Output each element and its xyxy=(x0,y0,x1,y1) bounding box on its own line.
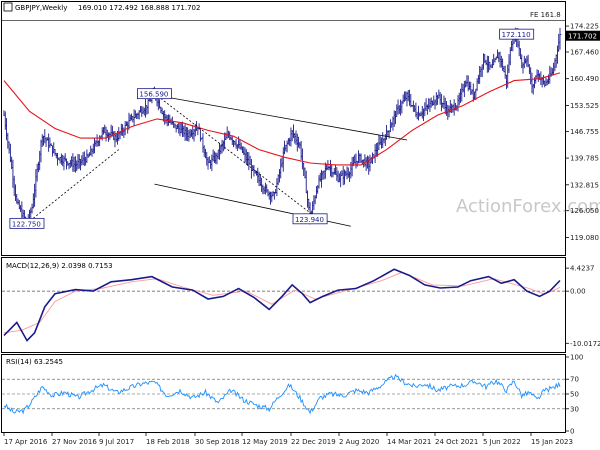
x-tick-label: 22 Dec 2019 xyxy=(291,438,336,446)
rsi-tick-label: 50 xyxy=(570,391,579,399)
rsi-tick-label: 0 xyxy=(570,428,574,436)
x-tick-label: 17 Apr 2016 xyxy=(4,438,48,446)
price-annotation-label: 156.590 xyxy=(139,91,168,99)
fe-level-label: FE 161.8 xyxy=(530,11,561,19)
x-tick-label: 9 Jul 2017 xyxy=(99,438,134,446)
macd-axis: 4.4237 0.00 -10.0172 xyxy=(565,265,600,348)
price-annotation-label: 172.110 xyxy=(502,31,531,39)
x-tick-label: 12 May 2019 xyxy=(242,438,288,446)
x-tick-label: 30 Sep 2018 xyxy=(195,438,239,446)
chart-canvas: ActionForex.com GBPJPY,Weekly 169.010 17… xyxy=(1,1,600,446)
symbol-label: GBPJPY,Weekly xyxy=(15,4,67,12)
x-tick-label: 5 Jun 2022 xyxy=(483,438,521,446)
price-panel-frame xyxy=(1,1,566,256)
rsi-axis: 100 70 50 30 0 xyxy=(565,354,583,436)
price-tick-label: 146.755 xyxy=(570,128,599,136)
price-tick-label: 153.525 xyxy=(570,102,599,110)
price-tick-label: 139.785 xyxy=(570,155,599,163)
price-annotation-label: 122.750 xyxy=(12,220,41,228)
macd-tick-label: 0.00 xyxy=(570,288,586,296)
x-tick-label: 14 Mar 2021 xyxy=(387,438,431,446)
rsi-tick-label: 100 xyxy=(570,354,583,362)
ohlc-label: 169.010 172.492 168.888 171.702 xyxy=(78,4,200,12)
price-header: GBPJPY,Weekly 169.010 172.492 168.888 17… xyxy=(3,2,200,12)
price-tick-label: 174.225 xyxy=(570,23,599,31)
price-tick-label: 167.460 xyxy=(570,48,599,56)
current-price-label: 171.702 xyxy=(568,33,597,41)
rsi-tick-label: 70 xyxy=(570,376,579,384)
price-tick-label: 160.490 xyxy=(570,75,599,83)
macd-tick-label: -10.0172 xyxy=(570,340,600,348)
price-annotation-label: 123.940 xyxy=(295,216,324,224)
price-axis: 174.225 167.460 160.490 153.525 146.755 139.7… xyxy=(565,23,600,242)
price-tick-label: 132.815 xyxy=(570,181,599,189)
macd-panel-frame xyxy=(1,257,566,353)
x-tick-label: 15 Jan 2023 xyxy=(531,438,573,446)
x-tick-label: 18 Feb 2018 xyxy=(146,438,190,446)
price-tick-label: 126.050 xyxy=(570,207,599,215)
macd-tick-label: 4.4237 xyxy=(570,265,595,273)
macd-title: MACD(12,26,9) 2.0398 0.7153 xyxy=(6,262,113,270)
x-tick-label: 24 Oct 2021 xyxy=(435,438,478,446)
x-axis: 17 Apr 2016 27 Nov 2016 9 Jul 2017 18 Feb 2… xyxy=(3,432,573,446)
x-tick-label: 2 Aug 2020 xyxy=(339,438,379,446)
rsi-title: RSI(14) 63.2545 xyxy=(6,358,63,366)
rsi-tick-label: 30 xyxy=(570,405,579,413)
x-tick-label: 27 Nov 2016 xyxy=(52,438,97,446)
price-tick-label: 119.080 xyxy=(570,234,599,242)
